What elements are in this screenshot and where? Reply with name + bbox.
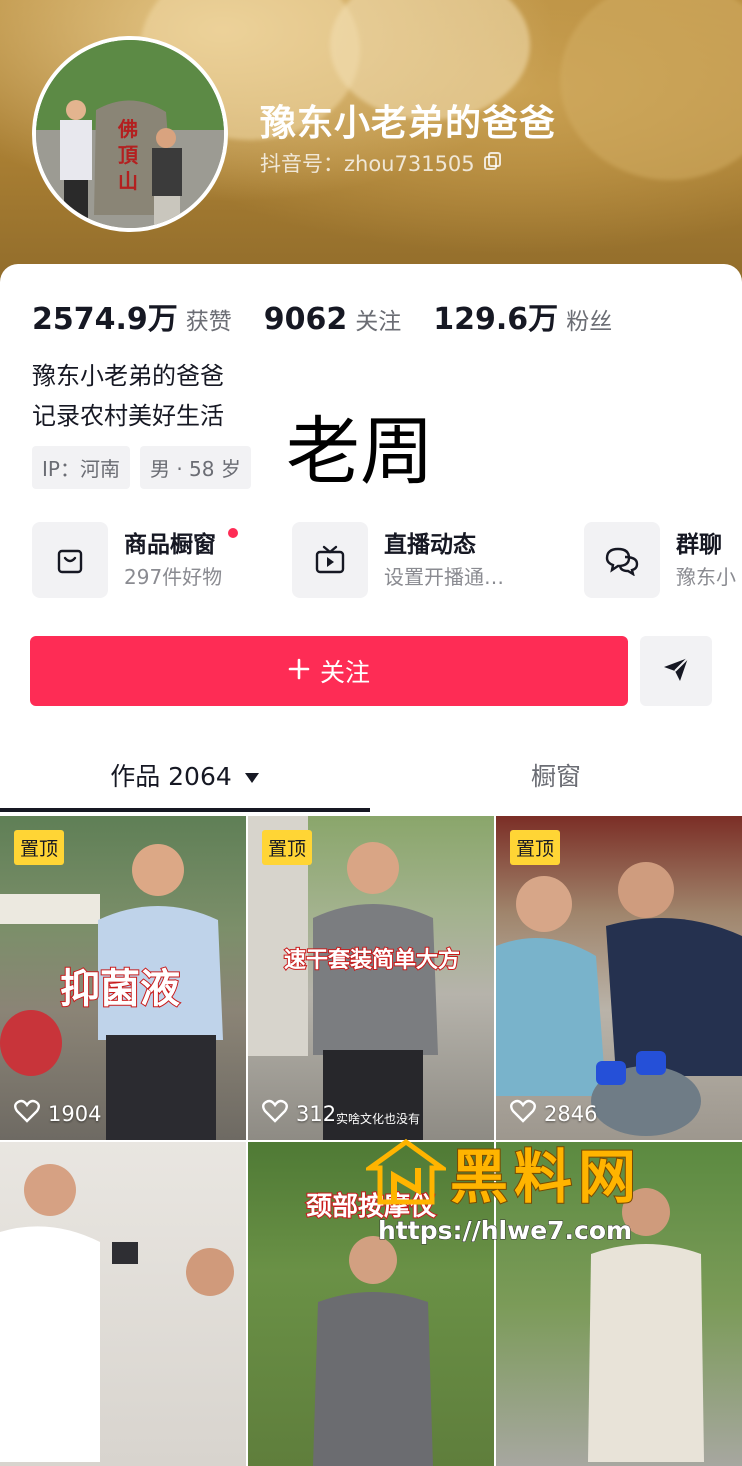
- feature-group-chat-title: 群聊: [676, 532, 722, 558]
- tab-works[interactable]: 作品 2064: [0, 742, 370, 808]
- video-likes: 2846: [510, 1099, 597, 1128]
- video-likes-count: 312: [296, 1101, 337, 1126]
- overlay-name-text: 老周: [286, 409, 434, 495]
- feature-live-updates[interactable]: 直播动态 设置开播通…: [292, 522, 504, 598]
- video-likes-count: 2846: [544, 1101, 598, 1126]
- heart-icon: [262, 1099, 288, 1128]
- feature-shop-window[interactable]: 商品橱窗 297件好物: [32, 522, 239, 598]
- feature-live-updates-title: 直播动态: [384, 532, 476, 558]
- plus-icon: [288, 657, 310, 686]
- follow-button[interactable]: 关注: [30, 636, 628, 706]
- video-person-figure: [0, 1164, 234, 1462]
- video-subtitle: 实啥文化也没有: [336, 1112, 421, 1126]
- send-message-button[interactable]: [640, 636, 712, 706]
- profile-card: 2574.9万 获赞 9062 关注 129.6万 粉丝 豫东小老弟的爸爸 记录…: [0, 264, 742, 1466]
- chat-icon: [584, 522, 660, 598]
- feature-shop-window-title: 商品橱窗: [124, 532, 216, 558]
- heart-icon: [14, 1099, 40, 1128]
- gender-age-tag: 男 · 58 岁: [139, 446, 251, 489]
- notification-dot: [228, 528, 239, 538]
- bio: 豫东小老弟的爸爸 记录农村美好生活: [32, 356, 224, 436]
- video-likes: 1904: [14, 1099, 101, 1128]
- likes-label: 获赞: [185, 309, 232, 335]
- watermark-logo-icon: [366, 1138, 446, 1205]
- video-tile[interactable]: 置顶 2846: [496, 816, 742, 1140]
- active-tab-indicator: [0, 808, 370, 812]
- feature-live-updates-subtitle: 设置开播通…: [384, 565, 504, 589]
- douyin-id-text: 抖音号：zhou731505: [260, 152, 475, 176]
- video-person-figure: [496, 862, 742, 1136]
- content-tabs: 作品 2064 橱窗: [0, 742, 742, 812]
- video-likes: 312: [262, 1099, 336, 1128]
- video-likes-count: 1904: [48, 1101, 102, 1126]
- feature-shop-window-subtitle: 297件好物: [124, 565, 223, 589]
- following-label[interactable]: 关注: [355, 302, 401, 336]
- copy-icon[interactable]: [483, 151, 503, 176]
- tab-works-label: 作品 2064: [110, 762, 232, 791]
- video-tile[interactable]: 速干套装简单大方 实啥文化也没有 置顶 312: [248, 816, 494, 1140]
- bio-line-1: 豫东小老弟的爸爸: [32, 362, 224, 390]
- video-person-figure: [313, 842, 438, 1140]
- video-caption: 速干套装简单大方: [283, 947, 461, 974]
- profile-name: 豫东小老弟的爸爸: [260, 103, 557, 144]
- stats-row: 2574.9万 获赞 9062 关注 129.6万 粉丝: [32, 294, 644, 338]
- avatar[interactable]: 佛頂山: [32, 36, 228, 232]
- watermark: 黑料网 https://hlwe7.com: [360, 1130, 742, 1280]
- video-caption: 抑菌液: [59, 965, 181, 1013]
- send-icon: [661, 654, 691, 688]
- video-tile[interactable]: 抑菌液 置顶 1904: [0, 816, 246, 1140]
- feature-row: 商品橱窗 297件好物 直播动态 设置开播通… 群聊 豫东小: [32, 522, 742, 602]
- following-count[interactable]: 9062: [264, 302, 348, 337]
- pinned-badge: 置顶: [14, 830, 65, 865]
- watermark-title: 黑料网: [449, 1142, 643, 1212]
- video-tile[interactable]: [0, 1142, 246, 1466]
- tv-icon: [292, 522, 368, 598]
- feature-group-chat[interactable]: 群聊 豫东小: [584, 522, 736, 598]
- followers-count[interactable]: 129.6万: [433, 294, 558, 338]
- bio-line-2: 记录农村美好生活: [32, 402, 224, 430]
- heart-icon: [510, 1099, 536, 1128]
- caret-down-icon: [244, 761, 260, 790]
- feature-group-chat-subtitle: 豫东小: [676, 565, 736, 589]
- likes-count: 2574.9万: [32, 302, 178, 337]
- bag-icon: [32, 522, 108, 598]
- watermark-url: https://hlwe7.com: [377, 1216, 633, 1246]
- pinned-badge: 置顶: [262, 830, 313, 865]
- ip-tag: IP：河南: [32, 446, 130, 489]
- avatar-sign-text: 佛頂山: [118, 117, 138, 193]
- pinned-badge: 置顶: [510, 830, 561, 865]
- douyin-id[interactable]: 抖音号：zhou731505: [260, 148, 503, 178]
- followers-label[interactable]: 粉丝: [566, 302, 612, 336]
- tab-shop-window[interactable]: 橱窗: [370, 742, 742, 808]
- tab-shop-window-label: 橱窗: [530, 762, 581, 791]
- follow-button-label: 关注: [319, 658, 370, 687]
- profile-tags: IP：河南 男 · 58 岁: [32, 446, 251, 489]
